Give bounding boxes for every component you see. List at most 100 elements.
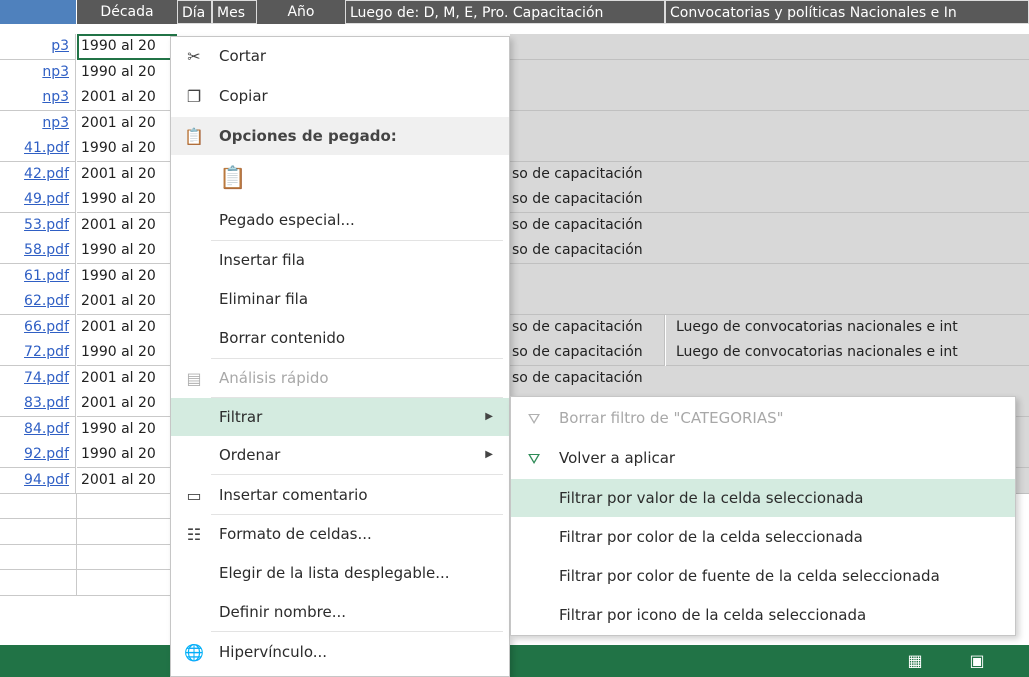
luego-cell[interactable] [510, 136, 1029, 162]
file-link[interactable]: 61.pdf [24, 268, 69, 284]
submenu-item-reapply[interactable]: ⛛ Volver a aplicar [511, 439, 1015, 477]
column-header-luego[interactable]: Luego de: D, M, E, Pro. Capacitación [345, 0, 665, 24]
menu-item-cut[interactable]: ✂ Cortar [171, 37, 509, 75]
luego-cell[interactable] [510, 111, 1029, 137]
luego-cell[interactable]: so de capacitación [510, 162, 1029, 188]
file-link[interactable]: np3 [42, 115, 69, 131]
luego-cell[interactable]: so de capacitación [510, 366, 1029, 392]
luego-cell[interactable] [510, 264, 1029, 290]
convocatorias-cell[interactable]: Luego de convocatorias nacionales e int [666, 340, 1029, 366]
menu-item-format-cells[interactable]: ☷ Formato de celdas... [171, 515, 509, 553]
luego-cell[interactable]: so de capacitación [510, 315, 665, 341]
file-link[interactable]: 62.pdf [24, 293, 69, 309]
luego-cell[interactable]: so de capacitación [510, 238, 1029, 264]
luego-cell[interactable] [510, 60, 1029, 86]
submenu-item-filter-by-color[interactable]: Filtrar por color de la celda selecciona… [511, 518, 1015, 556]
file-link[interactable]: p3 [51, 38, 69, 54]
file-cell[interactable]: 94.pdf [0, 468, 76, 494]
column-header-mes[interactable]: Mes [212, 0, 257, 24]
file-link[interactable]: 92.pdf [24, 446, 69, 462]
decade-cell[interactable]: 2001 al 20 [77, 85, 177, 111]
decade-cell[interactable]: 2001 al 20 [77, 111, 177, 137]
file-link[interactable]: np3 [42, 89, 69, 105]
file-link[interactable]: 83.pdf [24, 395, 69, 411]
menu-item-insert-comment[interactable]: ▭ Insertar comentario [171, 476, 509, 514]
file-cell[interactable]: 58.pdf [0, 238, 76, 264]
submenu-item-filter-by-font-color[interactable]: Filtrar por color de fuente de la celda … [511, 557, 1015, 595]
file-cell[interactable]: 84.pdf [0, 417, 76, 443]
decade-cell[interactable]: 1990 al 20 [77, 34, 177, 60]
file-cell[interactable]: 74.pdf [0, 366, 76, 392]
file-link[interactable]: 42.pdf [24, 166, 69, 182]
menu-item-delete-row[interactable]: Eliminar fila [171, 280, 509, 318]
luego-cell[interactable] [510, 289, 1029, 315]
convocatorias-cell[interactable]: Luego de convocatorias nacionales e int [666, 315, 1029, 341]
file-cell[interactable]: np3 [0, 111, 76, 137]
file-link[interactable]: np3 [42, 64, 69, 80]
file-link[interactable]: 72.pdf [24, 344, 69, 360]
file-cell[interactable]: 53.pdf [0, 213, 76, 239]
menu-item-hyperlink[interactable]: 🌐 Hipervínculo... [171, 633, 509, 671]
menu-item-insert-row[interactable]: Insertar fila [171, 241, 509, 279]
menu-item-quick-analysis[interactable]: ▤ Análisis rápido [171, 359, 509, 397]
paste-icon[interactable]: 📋 [219, 168, 246, 190]
decade-cell[interactable]: 2001 al 20 [77, 366, 177, 392]
file-cell[interactable]: 92.pdf [0, 442, 76, 468]
file-link[interactable]: 58.pdf [24, 242, 69, 258]
file-link[interactable]: 66.pdf [24, 319, 69, 335]
menu-item-sort[interactable]: Ordenar ▶ [171, 436, 509, 474]
column-header-dia[interactable]: Día [177, 0, 212, 24]
file-cell[interactable]: p3 [0, 34, 76, 60]
menu-item-clear-contents[interactable]: Borrar contenido [171, 319, 509, 357]
file-cell[interactable]: np3 [0, 60, 76, 86]
submenu-item-clear-filter[interactable]: ⛛ Borrar filtro de "CATEGORIAS" [511, 399, 1015, 437]
decade-cell[interactable]: 2001 al 20 [77, 315, 177, 341]
file-link[interactable]: 84.pdf [24, 421, 69, 437]
page-layout-view-icon[interactable]: ▣ [968, 652, 986, 670]
luego-cell[interactable]: so de capacitación [510, 213, 1029, 239]
decade-cell[interactable]: 2001 al 20 [77, 468, 177, 494]
menu-item-pick-from-list[interactable]: Elegir de la lista desplegable... [171, 554, 509, 592]
decade-cell[interactable]: 1990 al 20 [77, 187, 177, 213]
file-link[interactable]: 49.pdf [24, 191, 69, 207]
decade-cell[interactable]: 1990 al 20 [77, 60, 177, 86]
decade-cell[interactable]: 1990 al 20 [77, 136, 177, 162]
column-header-convocatorias[interactable]: Convocatorias y políticas Nacionales e I… [665, 0, 1029, 24]
file-cell[interactable]: 42.pdf [0, 162, 76, 188]
column-header-decada[interactable]: Década [77, 0, 177, 24]
menu-item-define-name[interactable]: Definir nombre... [171, 593, 509, 631]
file-cell[interactable]: 49.pdf [0, 187, 76, 213]
decade-cell[interactable]: 2001 al 20 [77, 391, 177, 417]
submenu-item-filter-by-value[interactable]: Filtrar por valor de la celda selecciona… [511, 479, 1015, 517]
luego-cell[interactable] [510, 85, 1029, 111]
menu-item-paste-special[interactable]: Pegado especial... [171, 201, 509, 239]
file-link[interactable]: 94.pdf [24, 472, 69, 488]
decade-cell[interactable]: 1990 al 20 [77, 264, 177, 290]
file-cell[interactable]: 61.pdf [0, 264, 76, 290]
menu-item-filter[interactable]: Filtrar ▶ [171, 398, 509, 436]
decade-cell[interactable]: 1990 al 20 [77, 340, 177, 366]
submenu-item-filter-by-icon[interactable]: Filtrar por icono de la celda selecciona… [511, 596, 1015, 634]
decade-cell[interactable]: 1990 al 20 [77, 442, 177, 468]
normal-view-icon[interactable]: ▦ [906, 652, 924, 670]
luego-cell[interactable] [510, 34, 1029, 60]
menu-item-copy[interactable]: ❐ Copiar [171, 77, 509, 115]
decade-cell[interactable]: 1990 al 20 [77, 417, 177, 443]
file-cell[interactable]: 83.pdf [0, 391, 76, 417]
file-link[interactable]: 41.pdf [24, 140, 69, 156]
decade-cell[interactable]: 2001 al 20 [77, 162, 177, 188]
column-header-a[interactable] [0, 0, 76, 24]
column-header-ano[interactable]: Año [257, 0, 345, 24]
decade-cell[interactable]: 2001 al 20 [77, 213, 177, 239]
decade-cell[interactable]: 2001 al 20 [77, 289, 177, 315]
file-cell[interactable]: 41.pdf [0, 136, 76, 162]
luego-cell[interactable]: so de capacitación [510, 340, 665, 366]
file-cell[interactable]: 72.pdf [0, 340, 76, 366]
file-link[interactable]: 74.pdf [24, 370, 69, 386]
file-cell[interactable]: 62.pdf [0, 289, 76, 315]
luego-cell[interactable]: so de capacitación [510, 187, 1029, 213]
file-cell[interactable]: np3 [0, 85, 76, 111]
file-cell[interactable]: 66.pdf [0, 315, 76, 341]
decade-cell[interactable]: 1990 al 20 [77, 238, 177, 264]
file-link[interactable]: 53.pdf [24, 217, 69, 233]
